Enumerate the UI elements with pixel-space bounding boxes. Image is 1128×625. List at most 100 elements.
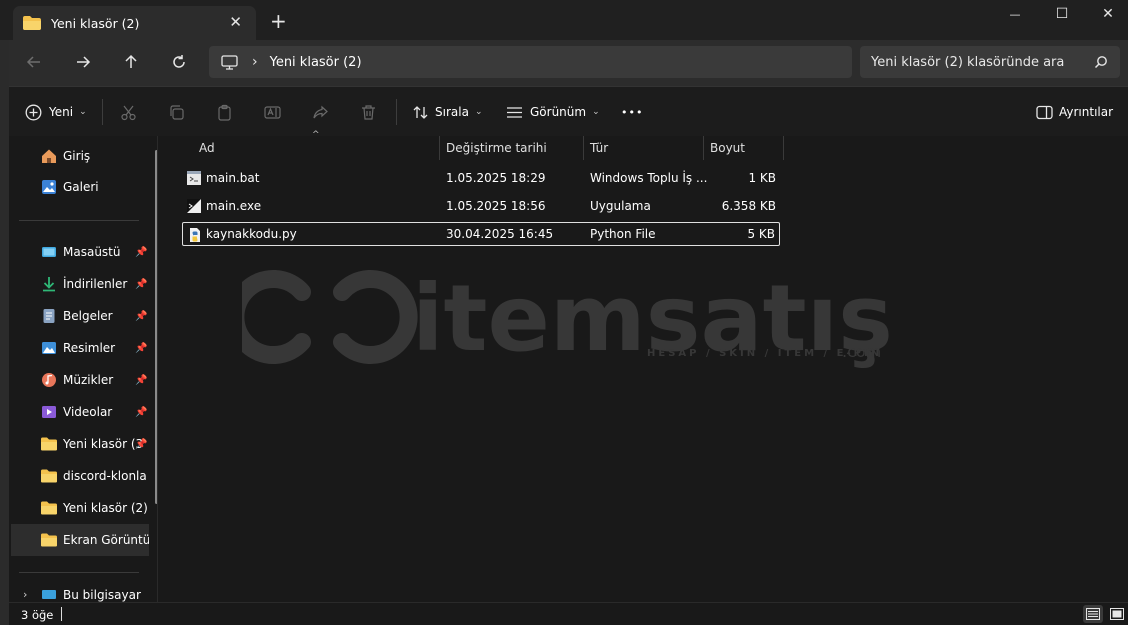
- search-icon: [1094, 56, 1107, 69]
- computer-icon: [221, 54, 238, 70]
- copy-button[interactable]: [168, 87, 185, 137]
- sidebar-item-folder-2[interactable]: Yeni klasör (2): [11, 492, 147, 524]
- pin-icon[interactable]: 📌: [135, 375, 147, 386]
- divider: [19, 572, 139, 573]
- pin-icon[interactable]: 📌: [135, 343, 147, 354]
- file-size: 5 KB: [747, 227, 775, 241]
- sidebar-item-music[interactable]: Müzikler 📌: [11, 364, 147, 396]
- file-type: Windows Toplu İş ...: [590, 171, 708, 185]
- background-window-strip: [0, 0, 9, 625]
- sidebar-item-documents[interactable]: Belgeler 📌: [11, 300, 147, 332]
- close-button[interactable]: ✕: [1085, 0, 1128, 28]
- back-button[interactable]: [25, 53, 43, 71]
- sidebar-item-this-pc[interactable]: › Bu bilgisayar: [11, 588, 147, 602]
- download-icon: [43, 277, 55, 292]
- new-label: Yeni: [49, 105, 74, 119]
- scissors-icon: [121, 105, 136, 120]
- tab-current-folder[interactable]: Yeni klasör (2) ✕: [13, 6, 256, 40]
- title-bar: Yeni klasör (2) ✕ + — ☐ ✕: [0, 0, 1128, 40]
- sidebar-item-desktop[interactable]: Masaüstü 📌: [11, 236, 147, 268]
- forward-button[interactable]: [74, 53, 92, 71]
- pin-icon[interactable]: 📌: [135, 439, 147, 450]
- details-button[interactable]: Ayrıntılar: [1036, 87, 1113, 137]
- column-header-type[interactable]: Tür: [583, 136, 703, 160]
- file-row-main-bat[interactable]: main.bat 1.05.2025 18:29 Windows Toplu İ…: [182, 166, 780, 190]
- column-header-label: Tür: [590, 141, 609, 155]
- sidebar-item-home[interactable]: Giriş: [11, 140, 147, 172]
- pane-divider[interactable]: [157, 136, 158, 602]
- pin-icon[interactable]: 📌: [135, 311, 147, 322]
- details-view-icon: [1086, 608, 1100, 620]
- pictures-icon: [42, 342, 56, 354]
- share-icon: [313, 105, 328, 118]
- sidebar-item-gallery[interactable]: Galeri: [11, 171, 147, 203]
- folder-icon: [41, 469, 57, 483]
- pin-icon[interactable]: 📌: [135, 279, 147, 290]
- pin-icon[interactable]: 📌: [135, 247, 147, 258]
- paste-button[interactable]: [216, 87, 233, 137]
- rename-button[interactable]: [264, 87, 281, 137]
- expand-chevron-icon[interactable]: ›: [23, 588, 27, 601]
- view-button[interactable]: Görünüm ⌄: [506, 87, 600, 137]
- more-options-button[interactable]: •••: [621, 87, 643, 137]
- file-name: kaynakkodu.py: [206, 227, 297, 241]
- view-icon: [507, 106, 522, 118]
- maximize-button[interactable]: ☐: [1039, 0, 1085, 28]
- command-bar: Yeni ⌄ Sırala ⌄ Görünüm ⌄ ••• Ayrıntılar: [9, 86, 1128, 136]
- file-row-kaynakkodu-py[interactable]: kaynakkodu.py 30.04.2025 16:45 Python Fi…: [182, 222, 780, 246]
- itemsatis-watermark-logo: itemsatış HESAP / SKIN / ITEM / E-PIN .c…: [242, 265, 892, 372]
- sidebar-item-videos[interactable]: Videolar 📌: [11, 396, 147, 428]
- file-size: 1 KB: [748, 171, 776, 185]
- column-header-name[interactable]: Ad: [192, 136, 439, 160]
- sidebar-item-screenshots[interactable]: Ekran Görüntüle: [11, 524, 149, 556]
- minimize-button[interactable]: —: [992, 0, 1038, 28]
- cut-button[interactable]: [120, 87, 137, 137]
- close-icon: ✕: [1102, 6, 1114, 22]
- tiles-view-toggle[interactable]: [1107, 605, 1127, 623]
- pin-icon[interactable]: 📌: [135, 407, 147, 418]
- chevron-right-icon[interactable]: ›: [252, 54, 258, 70]
- delete-button[interactable]: [360, 87, 377, 137]
- desktop-icon: [42, 247, 56, 257]
- plus-circle-icon: [25, 104, 42, 120]
- sidebar-item-label: Ekran Görüntüle: [63, 533, 149, 547]
- sidebar-item-label: Galeri: [63, 180, 99, 194]
- column-header-modified[interactable]: Değiştirme tarihi: [439, 136, 583, 160]
- rename-icon: [264, 105, 281, 119]
- folder-icon: [41, 501, 57, 515]
- up-button[interactable]: [122, 53, 140, 71]
- tab-title: Yeni klasör (2): [51, 15, 140, 31]
- gallery-icon: [42, 180, 56, 194]
- exe-file-icon: [187, 199, 201, 213]
- new-button[interactable]: Yeni ⌄: [25, 87, 87, 137]
- new-tab-button[interactable]: +: [270, 9, 287, 33]
- sort-button[interactable]: Sırala ⌄: [412, 87, 482, 137]
- column-header-label: Boyut: [710, 141, 745, 155]
- column-header-label: Ad: [199, 141, 215, 155]
- sidebar-item-label: discord-klonlam: [63, 469, 147, 483]
- file-type: Uygulama: [590, 199, 651, 213]
- search-input[interactable]: Yeni klasör (2) klasöründe ara: [860, 46, 1120, 78]
- details-view-toggle[interactable]: [1083, 605, 1103, 623]
- chevron-down-icon: ⌄: [592, 107, 600, 117]
- chevron-down-icon: ⌄: [474, 107, 483, 117]
- home-icon: [42, 149, 56, 163]
- clipboard-icon: [218, 104, 231, 121]
- address-bar[interactable]: › Yeni klasör (2): [209, 46, 852, 78]
- folder-icon: [41, 437, 57, 451]
- sidebar-item-label: Resimler: [63, 341, 116, 355]
- sidebar-item-downloads[interactable]: İndirilenler 📌: [11, 268, 147, 300]
- breadcrumb-current[interactable]: Yeni klasör (2): [270, 55, 362, 70]
- tiles-view-icon: [1110, 608, 1124, 620]
- refresh-button[interactable]: [170, 53, 188, 71]
- sidebar-item-folder-3[interactable]: Yeni klasör (3 📌: [11, 428, 147, 460]
- sidebar-item-pictures[interactable]: Resimler 📌: [11, 332, 147, 364]
- maximize-icon: ☐: [1055, 6, 1069, 22]
- column-header-label: Değiştirme tarihi: [446, 141, 547, 155]
- sidebar-item-discord-folder[interactable]: discord-klonlam: [11, 460, 147, 492]
- tab-close-button[interactable]: ✕: [229, 13, 242, 31]
- file-row-main-exe[interactable]: main.exe 1.05.2025 18:56 Uygulama 6.358 …: [182, 194, 780, 218]
- column-divider[interactable]: [783, 136, 784, 160]
- column-header-size[interactable]: Boyut: [703, 136, 783, 160]
- sidebar-item-label: Videolar: [63, 405, 113, 419]
